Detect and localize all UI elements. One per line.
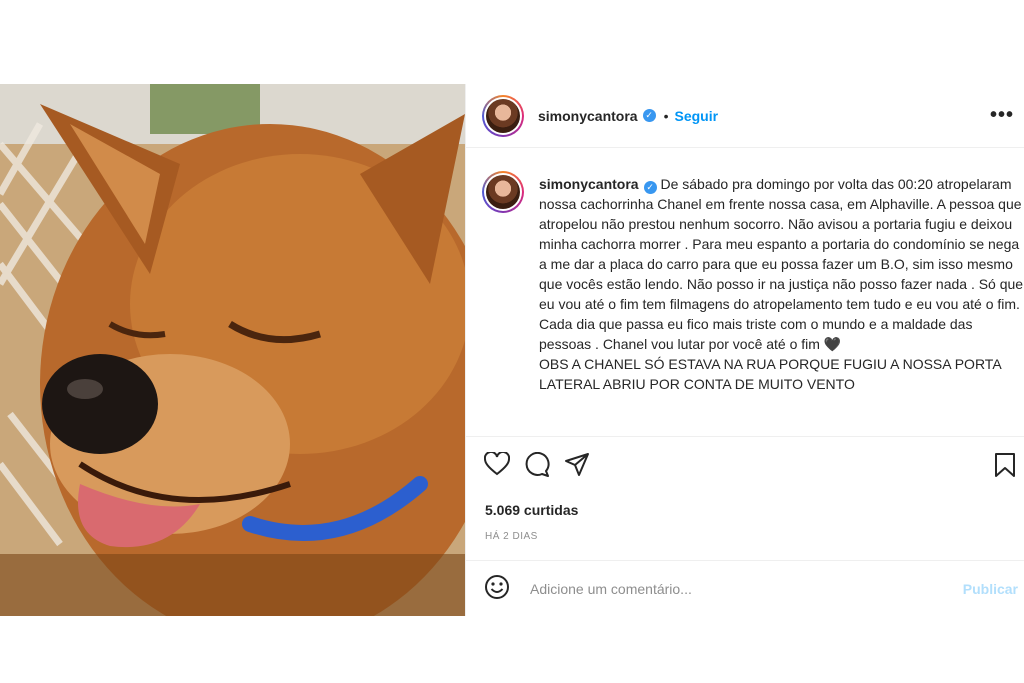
emoji-icon[interactable] <box>484 574 510 605</box>
avatar-image <box>486 98 520 133</box>
post-date[interactable]: HÁ 2 DIAS <box>485 531 538 542</box>
share-icon[interactable] <box>564 452 590 483</box>
comment-bar: Publicar <box>466 560 1024 617</box>
likes-count[interactable]: 5.069 curtidas <box>485 502 578 518</box>
instagram-post: simonycantora ✓ • Seguir ••• simonycanto… <box>0 84 1024 616</box>
post-header: simonycantora ✓ • Seguir ••• <box>466 84 1024 148</box>
comment-icon[interactable] <box>524 451 550 483</box>
post-image[interactable] <box>0 84 465 616</box>
verified-badge-icon: ✓ <box>643 181 657 194</box>
separator-dot: • <box>663 107 669 124</box>
caption-text: simonycantora ✓ De sábado pra domingo por… <box>539 174 1024 394</box>
action-bar <box>466 448 1024 488</box>
dog-photo <box>0 84 465 616</box>
publish-button[interactable]: Publicar <box>963 581 1018 597</box>
caption-section[interactable]: simonycantora ✓ De sábado pra domingo por… <box>466 148 1024 437</box>
username-link[interactable]: simonycantora <box>538 108 638 124</box>
comment-input[interactable] <box>528 580 912 598</box>
bookmark-icon[interactable] <box>994 452 1016 483</box>
avatar[interactable] <box>482 94 524 137</box>
caption-body: De sábado pra domingo por volta das 00:2… <box>539 176 1024 392</box>
more-options-button[interactable]: ••• <box>990 104 1014 127</box>
follow-button[interactable]: Seguir <box>675 108 719 124</box>
heart-icon[interactable] <box>483 450 511 481</box>
verified-badge-icon: ✓ <box>642 109 656 122</box>
post-side-panel: simonycantora ✓ • Seguir ••• simonycanto… <box>465 84 1024 616</box>
caption-avatar[interactable] <box>482 171 524 213</box>
caption-username[interactable]: simonycantora <box>539 176 639 192</box>
